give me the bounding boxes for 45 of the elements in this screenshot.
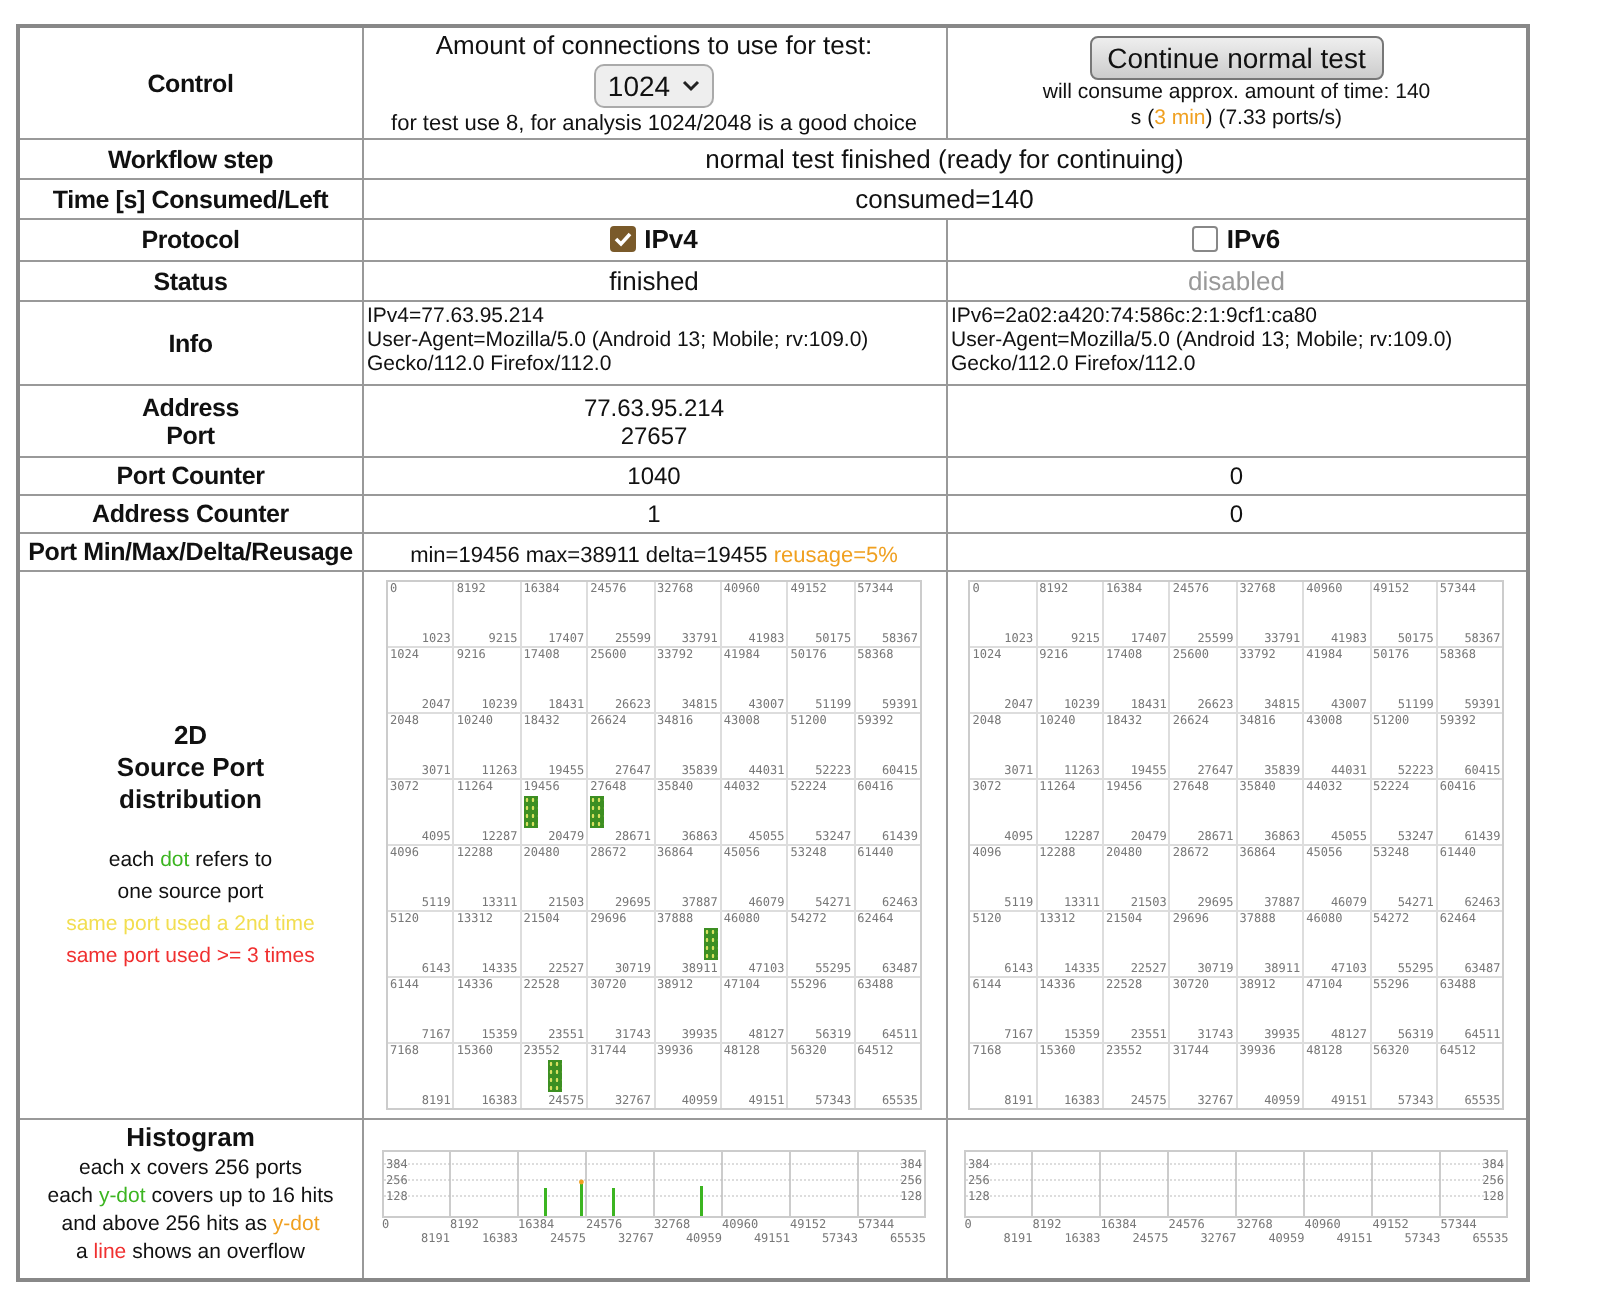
info-text: IPv4=77.63.95.214 <box>367 304 546 328</box>
chevron-down-icon <box>682 80 701 92</box>
row-value: normal test finished (ready for continuing) <box>705 144 1184 174</box>
legend-text: and above 256 hits as y-dot <box>61 1210 320 1238</box>
row-label: Status <box>153 267 228 295</box>
row-label: Port Min/Max/Delta/Reusage <box>28 538 353 566</box>
time-estimate: will consume approx. amount of time: 140 s (3 min) (7.33 ports/s) <box>1040 79 1433 131</box>
status-text: finished <box>609 266 699 296</box>
legend-text: one source port <box>117 877 264 907</box>
legend-text: same port used a 2nd time <box>66 909 315 939</box>
row-label: Info <box>168 329 213 357</box>
overflow-dot <box>579 1180 584 1185</box>
row-label: Control <box>147 69 234 97</box>
status-text: disabled <box>1188 266 1285 296</box>
info-text: User-Agent=Mozilla/5.0 (Android 13; Mobile; rv:109.0) Gecko/112.0 Firefox/112.0 <box>367 328 871 376</box>
select-prompt: Amount of connections to use for test: <box>433 30 875 60</box>
port-value: 27657 <box>620 421 688 449</box>
legend-text: a line shows an overflow <box>76 1238 305 1266</box>
address-value: 77.63.95.214 <box>583 393 725 421</box>
select-hint: for test use 8, for analysis 1024/2048 is a good choice <box>389 112 919 136</box>
section-title: Histogram <box>126 1122 255 1154</box>
row-label: Workflow step <box>107 145 274 173</box>
port-counter: 0 <box>1229 462 1244 490</box>
row-label: Address Counter <box>92 500 289 528</box>
info-text: IPv6=2a02:a420:74:586c:2:1:9cf1:ca80 <box>951 304 1320 328</box>
checkbox[interactable] <box>610 226 637 252</box>
legend-text: each x covers 256 ports <box>79 1154 302 1182</box>
legend-text: each dot refers to <box>108 845 273 875</box>
port-counter: 1040 <box>627 462 681 490</box>
row-label: Time [s] Consumed/Left <box>52 185 329 213</box>
address-counter: 0 <box>1229 500 1244 528</box>
protocol-checkbox[interactable]: IPv4 <box>610 224 698 254</box>
connections-select[interactable]: 1024 <box>593 64 715 108</box>
port-range-text: min=19456 max=38911 delta=19455 reusage=5% <box>410 543 898 567</box>
info-text: User-Agent=Mozilla/5.0 (Android 13; Mobile; rv:109.0) Gecko/112.0 Firefox/112.0 <box>951 328 1455 376</box>
legend-text: each y-dot covers up to 16 hits <box>47 1182 334 1210</box>
continue-button[interactable]: Continue normal test <box>1089 35 1384 79</box>
address-counter: 1 <box>647 500 661 528</box>
section-title: 2D Source Port distribution <box>116 719 265 815</box>
legend-text: same port used >= 3 times <box>66 941 315 971</box>
row-label: Address <box>141 393 240 421</box>
row-value: consumed=140 <box>855 184 1034 214</box>
row-label: Protocol <box>141 226 240 254</box>
row-label: Port <box>166 421 215 449</box>
row-label: Port Counter <box>116 462 265 490</box>
